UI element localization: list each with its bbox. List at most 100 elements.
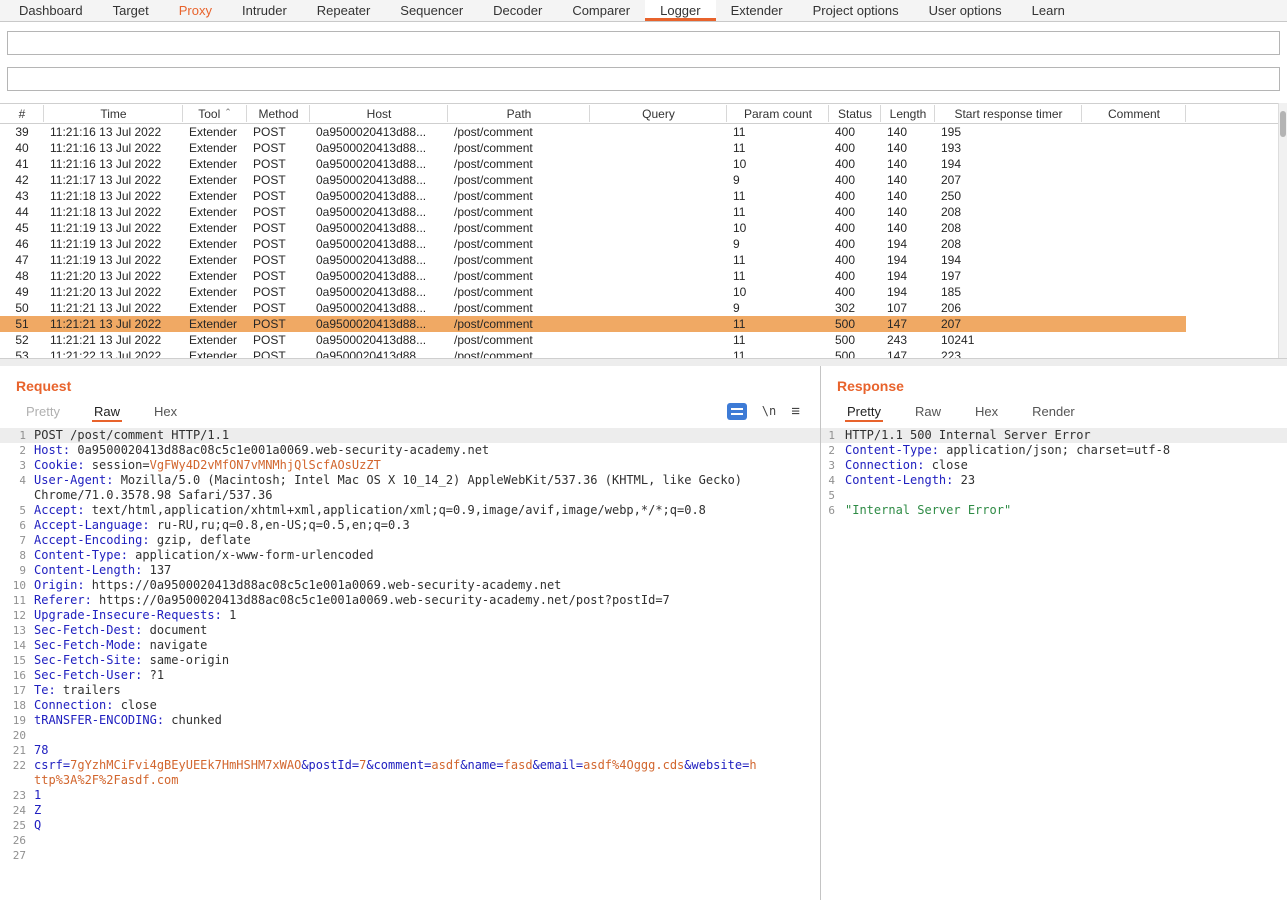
cell-tool: Extender	[183, 300, 247, 316]
table-row[interactable]: 4011:21:16 13 Jul 2022ExtenderPOST0a9500…	[0, 140, 1186, 156]
table-row[interactable]: 4111:21:16 13 Jul 2022ExtenderPOST0a9500…	[0, 156, 1186, 172]
table-row[interactable]: 5011:21:21 13 Jul 2022ExtenderPOST0a9500…	[0, 300, 1186, 316]
line-content: Content-Length: 137	[34, 563, 820, 578]
cell-comment	[1082, 316, 1186, 332]
line-content: Sec-Fetch-Dest: document	[34, 623, 820, 638]
line-content: Content-Type: application/x-www-form-url…	[34, 548, 820, 563]
show-nonprintable-icon[interactable]: \n	[762, 404, 776, 418]
column-header-method[interactable]: Method	[247, 104, 310, 123]
table-row[interactable]: 4311:21:18 13 Jul 2022ExtenderPOST0a9500…	[0, 188, 1186, 204]
cell-path: /post/comment	[448, 140, 590, 156]
cell-timer: 223	[935, 348, 1082, 358]
editor-line: 11Referer: https://0a9500020413d88ac08c5…	[0, 593, 820, 608]
horizontal-splitter[interactable]	[0, 358, 1287, 366]
wrap-lines-icon[interactable]	[727, 403, 747, 420]
editor-menu-icon[interactable]: ≡	[791, 403, 800, 420]
cell-method: POST	[247, 316, 310, 332]
cell-param_count: 9	[727, 236, 829, 252]
tab-pretty[interactable]: Pretty	[845, 401, 883, 422]
table-row[interactable]: 4511:21:19 13 Jul 2022ExtenderPOST0a9500…	[0, 220, 1186, 236]
cell-comment	[1082, 140, 1186, 156]
table-row[interactable]: 5211:21:21 13 Jul 2022ExtenderPOST0a9500…	[0, 332, 1186, 348]
line-number: 13	[0, 623, 34, 638]
line-content: Sec-Fetch-User: ?1	[34, 668, 820, 683]
editor-line: 7Accept-Encoding: gzip, deflate	[0, 533, 820, 548]
column-header-status[interactable]: Status	[829, 104, 881, 123]
tab-render[interactable]: Render	[1030, 401, 1077, 422]
cell-host: 0a9500020413d88...	[310, 236, 448, 252]
table-row[interactable]: 5311:21:22 13 Jul 2022ExtenderPOST0a9500…	[0, 348, 1186, 358]
cell-id: 42	[0, 172, 44, 188]
tab-dashboard[interactable]: Dashboard	[4, 0, 98, 21]
tab-intruder[interactable]: Intruder	[227, 0, 302, 21]
tab-repeater[interactable]: Repeater	[302, 0, 385, 21]
table-row[interactable]: 4911:21:20 13 Jul 2022ExtenderPOST0a9500…	[0, 284, 1186, 300]
cell-host: 0a9500020413d88...	[310, 172, 448, 188]
cell-status: 400	[829, 284, 881, 300]
tab-proxy[interactable]: Proxy	[164, 0, 227, 21]
request-editor[interactable]: 1POST /post/comment HTTP/1.12Host: 0a950…	[0, 424, 820, 863]
tab-extender[interactable]: Extender	[716, 0, 798, 21]
column-header-host[interactable]: Host	[310, 104, 448, 123]
tab-logger[interactable]: Logger	[645, 0, 715, 21]
cell-timer: 208	[935, 204, 1082, 220]
cell-param_count: 11	[727, 268, 829, 284]
table-row[interactable]: 4611:21:19 13 Jul 2022ExtenderPOST0a9500…	[0, 236, 1186, 252]
line-number: 15	[0, 653, 34, 668]
tab-learn[interactable]: Learn	[1017, 0, 1080, 21]
column-header-length[interactable]: Length	[881, 104, 935, 123]
line-content: POST /post/comment HTTP/1.1	[34, 428, 820, 443]
tab-pretty[interactable]: Pretty	[24, 401, 62, 422]
cell-length: 147	[881, 348, 935, 358]
column-header-comment[interactable]: Comment	[1082, 104, 1186, 123]
table-row[interactable]: 4211:21:17 13 Jul 2022ExtenderPOST0a9500…	[0, 172, 1186, 188]
tab-sequencer[interactable]: Sequencer	[385, 0, 478, 21]
column-header-start-response-timer[interactable]: Start response timer	[935, 104, 1082, 123]
column-header-query[interactable]: Query	[590, 104, 727, 123]
column-header-tool[interactable]: Tool⌃	[183, 104, 247, 123]
view-filter-bar[interactable]: View filter: Showing all items	[7, 67, 1280, 91]
capture-filter-bar[interactable]: Capture filter: Logger memory limit set …	[7, 31, 1280, 55]
tab-comparer[interactable]: Comparer	[557, 0, 645, 21]
cell-length: 140	[881, 220, 935, 236]
tab-decoder[interactable]: Decoder	[478, 0, 557, 21]
tab-raw[interactable]: Raw	[92, 401, 122, 422]
cell-status: 500	[829, 332, 881, 348]
cell-status: 400	[829, 268, 881, 284]
table-row[interactable]: 5111:21:21 13 Jul 2022ExtenderPOST0a9500…	[0, 316, 1186, 332]
column-header-path[interactable]: Path	[448, 104, 590, 123]
cell-host: 0a9500020413d88...	[310, 124, 448, 140]
cell-tool: Extender	[183, 268, 247, 284]
cell-tool: Extender	[183, 332, 247, 348]
column-header--[interactable]: #	[0, 104, 44, 123]
tab-target[interactable]: Target	[98, 0, 164, 21]
tab-raw[interactable]: Raw	[913, 401, 943, 422]
tab-user-options[interactable]: User options	[914, 0, 1017, 21]
column-header-time[interactable]: Time	[44, 104, 183, 123]
cell-path: /post/comment	[448, 220, 590, 236]
table-row[interactable]: 4711:21:19 13 Jul 2022ExtenderPOST0a9500…	[0, 252, 1186, 268]
cell-time: 11:21:22 13 Jul 2022	[44, 348, 183, 358]
tab-project-options[interactable]: Project options	[798, 0, 914, 21]
table-scrollbar-thumb[interactable]	[1280, 111, 1286, 137]
table-row[interactable]: 4411:21:18 13 Jul 2022ExtenderPOST0a9500…	[0, 204, 1186, 220]
table-row[interactable]: 4811:21:20 13 Jul 2022ExtenderPOST0a9500…	[0, 268, 1186, 284]
response-editor[interactable]: 1HTTP/1.1 500 Internal Server Error2Cont…	[821, 424, 1287, 518]
line-number: 4	[0, 473, 34, 503]
cell-timer: 208	[935, 236, 1082, 252]
response-tab-bar: Pretty Raw Hex Render	[821, 398, 1287, 424]
cell-query	[590, 220, 727, 236]
editor-line: 2Content-Type: application/json; charset…	[821, 443, 1287, 458]
line-number: 27	[0, 848, 34, 863]
line-content: Host: 0a9500020413d88ac08c5c1e001a0069.w…	[34, 443, 820, 458]
editor-line: 4Content-Length: 23	[821, 473, 1287, 488]
tab-hex[interactable]: Hex	[152, 401, 179, 422]
cell-status: 400	[829, 172, 881, 188]
table-scrollbar[interactable]	[1278, 103, 1287, 358]
line-content: tRANSFER-ENCODING: chunked	[34, 713, 820, 728]
editor-line: 10Origin: https://0a9500020413d88ac08c5c…	[0, 578, 820, 593]
column-header-param-count[interactable]: Param count	[727, 104, 829, 123]
cell-length: 147	[881, 316, 935, 332]
tab-hex[interactable]: Hex	[973, 401, 1000, 422]
table-row[interactable]: 3911:21:16 13 Jul 2022ExtenderPOST0a9500…	[0, 124, 1186, 140]
